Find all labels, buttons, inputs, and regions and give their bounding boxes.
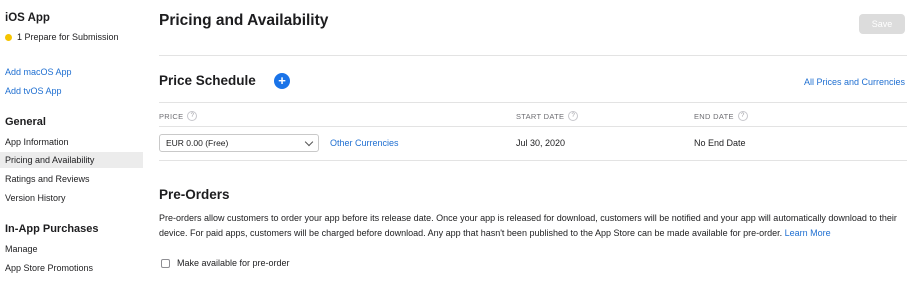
sidebar-item-version-history[interactable]: Version History [0, 190, 143, 206]
status-label: 1 Prepare for Submission [17, 32, 119, 42]
table-header-border [159, 126, 907, 127]
chevron-down-icon [304, 137, 314, 147]
sidebar-item-manage[interactable]: Manage [0, 241, 143, 257]
price-select-value: EUR 0.00 (Free) [166, 138, 229, 148]
save-button[interactable]: Save [859, 14, 905, 34]
status-dot-icon [5, 33, 12, 41]
iap-heading: In-App Purchases [5, 223, 99, 235]
pre-order-checkbox[interactable] [161, 258, 170, 268]
column-header-end-date: END DATE ? [694, 111, 748, 121]
sidebar: iOS App 1 Prepare for Submission Add mac… [0, 0, 146, 289]
table-bottom-border [159, 160, 907, 161]
sidebar-item-ratings-reviews[interactable]: Ratings and Reviews [0, 171, 143, 187]
table-top-border [159, 102, 907, 103]
pre-order-checkbox-label: Make available for pre-order [177, 258, 290, 268]
page-title: Pricing and Availability [159, 12, 329, 29]
end-date-value: No End Date [694, 138, 746, 148]
sidebar-item-pricing-availability[interactable]: Pricing and Availability [0, 152, 143, 168]
pre-orders-description: Pre-orders allow customers to order your… [159, 211, 904, 241]
help-icon[interactable]: ? [187, 111, 198, 121]
help-icon[interactable]: ? [737, 111, 748, 121]
column-header-end-date-label: END DATE [694, 111, 734, 121]
pre-order-checkbox-row[interactable]: Make available for pre-order [161, 258, 290, 268]
other-currencies-link[interactable]: Other Currencies [330, 138, 399, 148]
start-date-value: Jul 30, 2020 [516, 138, 566, 148]
divider [159, 55, 907, 56]
add-macos-app-link[interactable]: Add macOS App [5, 67, 72, 77]
price-select[interactable]: EUR 0.00 (Free) [159, 134, 319, 152]
app-title: iOS App [5, 12, 50, 24]
submission-status: 1 Prepare for Submission [5, 32, 119, 42]
learn-more-link[interactable]: Learn More [785, 228, 831, 238]
column-header-start-date-label: START DATE [516, 111, 565, 121]
main-content: Pricing and Availability Save Price Sche… [159, 0, 907, 289]
sidebar-item-app-information[interactable]: App Information [0, 134, 143, 150]
all-prices-link[interactable]: All Prices and Currencies [804, 77, 905, 87]
general-heading: General [5, 116, 46, 128]
price-schedule-title: Price Schedule [159, 73, 256, 88]
add-tvos-app-link[interactable]: Add tvOS App [5, 86, 62, 96]
plus-circle-icon[interactable]: + [274, 73, 290, 89]
column-header-start-date: START DATE ? [516, 111, 579, 121]
pre-orders-title: Pre-Orders [159, 187, 230, 202]
sidebar-item-app-store-promotions[interactable]: App Store Promotions [0, 260, 143, 276]
help-icon[interactable]: ? [568, 111, 579, 121]
column-header-price-label: PRICE [159, 111, 184, 121]
column-header-price: PRICE ? [159, 111, 198, 121]
